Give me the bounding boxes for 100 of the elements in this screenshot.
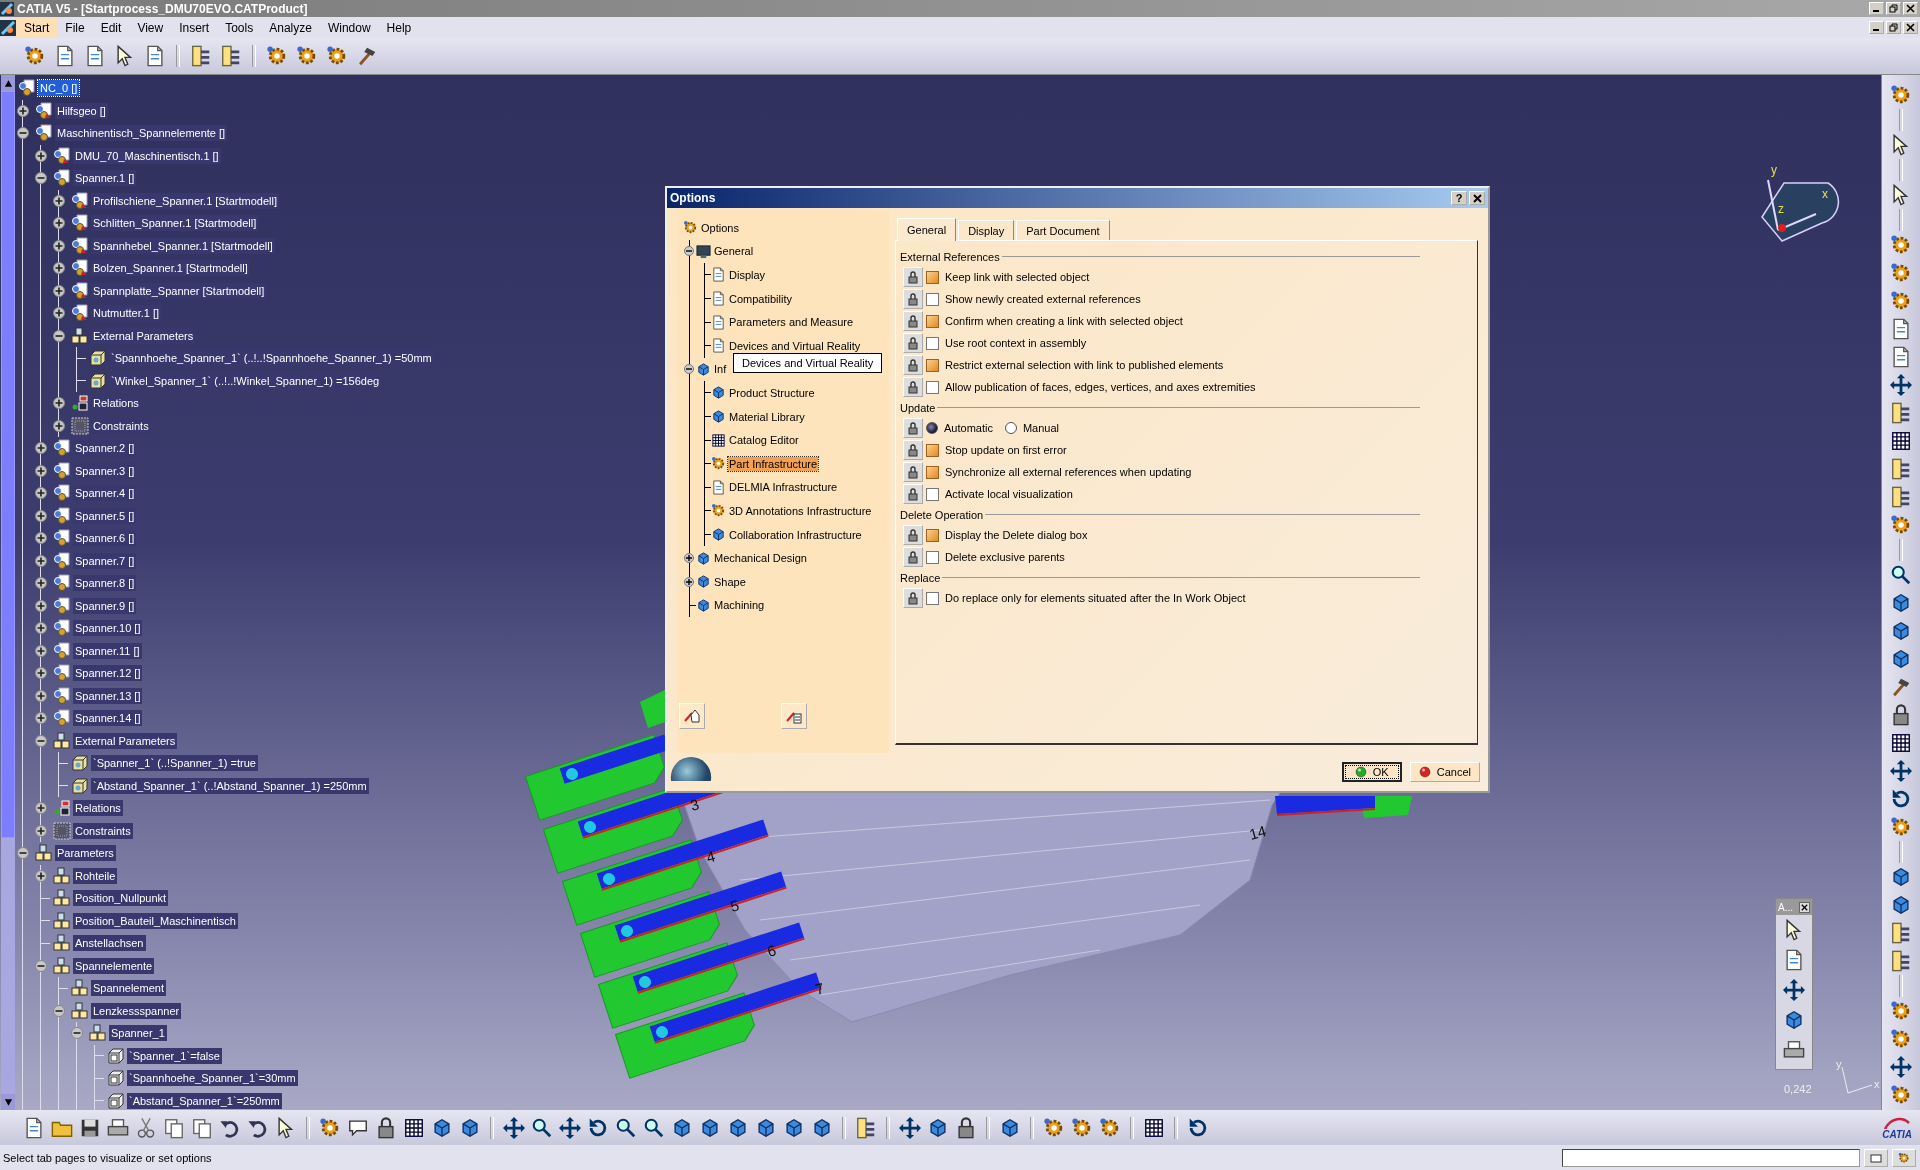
axis-label: y: [1836, 1058, 1842, 1070]
options-tree-item[interactable]: Display: [728, 268, 767, 282]
tree-item[interactable]: Hilfsgeo []: [55, 102, 108, 119]
tree-item[interactable]: Maschinentisch_Spannelemente []: [55, 125, 228, 142]
options-tree-item[interactable]: Collaboration Infrastructure: [728, 527, 863, 542]
tree-item[interactable]: DMU_70_Maschinentisch.1 []: [73, 147, 221, 164]
tree-item[interactable]: Parameters: [55, 845, 116, 862]
tree-item[interactable]: Schlitten_Spanner.1 [Startmodell]: [91, 215, 259, 232]
options-tree-item[interactable]: Product Structure: [728, 385, 816, 400]
menu-item[interactable]: Tools: [217, 18, 262, 37]
tree-item[interactable]: `Spanner_1` (..!Spanner_1) =true: [91, 755, 258, 772]
axis-label: x: [1822, 187, 1828, 201]
tree-item[interactable]: Relations: [73, 800, 123, 817]
tree-item[interactable]: `Abstand_Spanner_1` (..!Abstand_Spanner_1) =250mm: [91, 777, 369, 794]
tab[interactable]: General: [897, 218, 957, 241]
tree-item[interactable]: `Spanner_1`=false: [127, 1047, 222, 1064]
tree-item[interactable]: Spannelement: [91, 980, 166, 997]
tree-item[interactable]: Spanner.12 []: [73, 665, 143, 682]
tree-item[interactable]: Constraints: [91, 417, 151, 434]
tree-item[interactable]: Nutmutter.1 []: [91, 305, 162, 322]
toolbar-title: A...: [1778, 901, 1793, 913]
tree-item[interactable]: Position_Bauteil_Maschinentisch: [73, 912, 238, 929]
menu-item[interactable]: Help: [378, 18, 420, 37]
tree-item[interactable]: Constraints: [73, 822, 133, 839]
clamp-number: 14: [1247, 822, 1268, 843]
tree-item[interactable]: `Spannhoehe_Spanner_1` (..!..!Spannhoehe_Spanner_1) =50mm: [109, 350, 434, 367]
checkbox-label: Display the Delete dialog box: [945, 529, 1088, 541]
tree-item[interactable]: Spanner.10 []: [73, 620, 143, 637]
help-button[interactable]: ?: [1451, 191, 1467, 205]
tree-item[interactable]: Spanner.2 []: [73, 440, 137, 457]
checkbox-label: Keep link with selected object: [945, 271, 1090, 283]
options-tree-item[interactable]: Compatibility: [728, 291, 793, 306]
checkbox-label: Stop update on first error: [945, 444, 1067, 456]
ok-button[interactable]: OK: [1341, 762, 1402, 782]
options-tree-item[interactable]: Mechanical Design: [713, 551, 808, 566]
tree-item[interactable]: Spanner.7 []: [73, 552, 137, 569]
menu-item[interactable]: Edit: [92, 18, 130, 37]
cancel-button[interactable]: Cancel: [1409, 762, 1480, 782]
tree-item[interactable]: Spanner.13 []: [73, 687, 143, 704]
tree-item[interactable]: NC_0 []: [38, 80, 80, 97]
tree-item[interactable]: `Abstand_Spanner_1`=250mm: [127, 1092, 282, 1109]
options-tree-item[interactable]: Catalog Editor: [728, 433, 800, 448]
tree-item[interactable]: Profilschiene_Spanner.1 [Startmodell]: [91, 192, 280, 209]
dialog-title: Options: [670, 191, 717, 205]
tree-item[interactable]: Relations: [91, 395, 141, 412]
menu-item[interactable]: Window: [319, 18, 379, 37]
tree-item[interactable]: Spannelemente: [73, 957, 155, 974]
tree-item[interactable]: Spanner.5 []: [73, 507, 137, 524]
tree-item[interactable]: Bolzen_Spanner.1 [Startmodell]: [91, 260, 250, 277]
options-tree-item[interactable]: Machining: [713, 598, 766, 613]
axis-label: z: [1778, 202, 1784, 216]
checkbox-label: Delete exclusive parents: [945, 551, 1065, 563]
tree-item[interactable]: Spanner.11 []: [73, 642, 142, 659]
options-tree-item[interactable]: DELMIA Infrastructure: [728, 480, 839, 495]
checkbox-label: Allow publication of faces, edges, vertices, and axes extremities: [945, 381, 1256, 393]
options-tree-item[interactable]: 3D Annotations Infrastructure: [728, 503, 873, 518]
tree-item[interactable]: Spannhebel_Spanner.1 [Startmodell]: [91, 237, 275, 254]
tree-item[interactable]: Anstellachsen: [73, 935, 146, 952]
section-heading: Update: [900, 401, 936, 414]
clamp-number: 7: [813, 979, 826, 998]
tree-item[interactable]: Rohteile: [73, 867, 118, 884]
tree-item[interactable]: `Spannhoehe_Spanner_1`=30mm: [127, 1070, 298, 1087]
clamp-number: 5: [728, 896, 741, 915]
options-tree-item[interactable]: Devices and Virtual Reality: [728, 338, 862, 353]
checkbox-label: Synchronize all external references when updating: [945, 466, 1192, 478]
checkbox-label: Restrict external selection with link to published elements: [945, 359, 1224, 371]
options-tree-item[interactable]: Parameters and Measure: [728, 315, 855, 330]
menu-item[interactable]: Start: [16, 18, 58, 37]
tree-item[interactable]: Spanner_1: [109, 1025, 167, 1042]
menu-item[interactable]: Analyze: [261, 18, 320, 37]
tree-item[interactable]: Spanner.14 []: [73, 710, 143, 727]
tree-item[interactable]: Spannplatte_Spanner [Startmodell]: [91, 282, 267, 299]
tree-item[interactable]: `Winkel_Spanner_1` (..!..!Winkel_Spanner_1) =156deg: [109, 372, 382, 389]
menu-item[interactable]: File: [57, 18, 93, 37]
tree-item[interactable]: Spanner.1 []: [73, 170, 137, 187]
options-tree-item[interactable]: Part Infrastructure: [728, 456, 819, 471]
tab[interactable]: Display: [958, 220, 1015, 240]
clamp-number: 6: [765, 941, 778, 960]
checkbox-label: Activate local visualization: [945, 488, 1073, 500]
options-tree-item[interactable]: Material Library: [728, 409, 806, 424]
tree-item[interactable]: Spanner.8 []: [73, 575, 137, 592]
axis-label: x: [1874, 1078, 1880, 1090]
section-heading: Replace: [900, 571, 941, 584]
options-tree-item[interactable]: Options: [700, 220, 740, 235]
tooltip: Devices and Virtual Reality: [733, 353, 883, 373]
scale-reading: 0,242: [1784, 1083, 1812, 1095]
tree-item[interactable]: Position_Nullpunkt: [73, 890, 169, 907]
menu-item[interactable]: View: [129, 18, 172, 37]
status-message: Select tab pages to visualize or set options: [3, 1151, 213, 1164]
tree-item[interactable]: Lenzkessspanner: [91, 1002, 182, 1019]
tree-item[interactable]: External Parameters: [91, 327, 196, 344]
tree-item[interactable]: External Parameters: [73, 732, 178, 749]
tree-item[interactable]: Spanner.9 []: [73, 597, 137, 614]
options-tree-item[interactable]: Shape: [713, 574, 747, 589]
window-title: CATIA V5 - [Startprocess_DMU70EVO.CATProduct]: [17, 1, 309, 16]
menu-item[interactable]: Insert: [171, 18, 218, 37]
tree-item[interactable]: Spanner.6 []: [73, 530, 137, 547]
options-tree-item[interactable]: Inf: [713, 362, 728, 377]
options-tree-item[interactable]: General: [713, 244, 755, 259]
tab[interactable]: Part Document: [1016, 220, 1110, 240]
